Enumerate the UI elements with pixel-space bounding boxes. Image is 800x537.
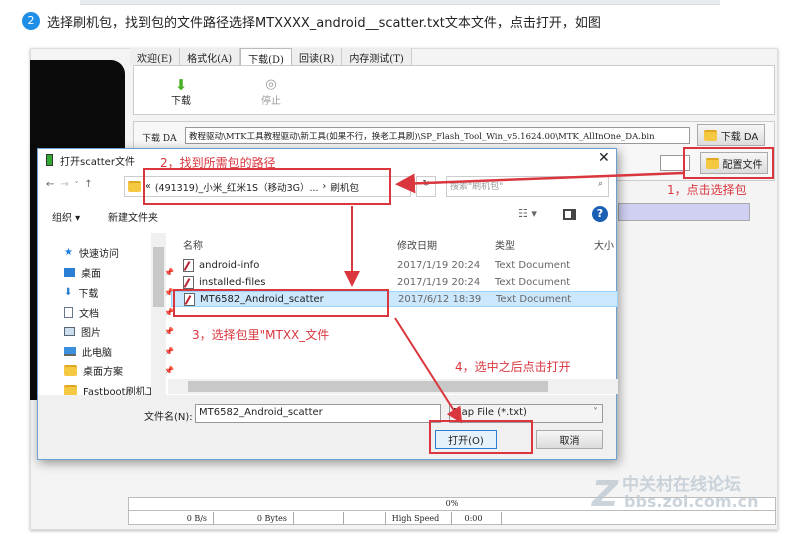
watermark-line2: bbs.zol.com.cn [624, 492, 759, 511]
arrow-to-path [395, 171, 684, 194]
annotation-arrows [344, 171, 684, 424]
elapsed-time: 0:00 [452, 512, 502, 525]
speed: 0 B/s [129, 512, 214, 525]
status-cell [344, 512, 386, 525]
status-cell [294, 512, 344, 525]
bytes: 0 Bytes [214, 512, 294, 525]
usb-speed: High Speed [386, 512, 452, 525]
zol-logo: Z [592, 474, 619, 515]
arrow-to-open [394, 317, 463, 424]
